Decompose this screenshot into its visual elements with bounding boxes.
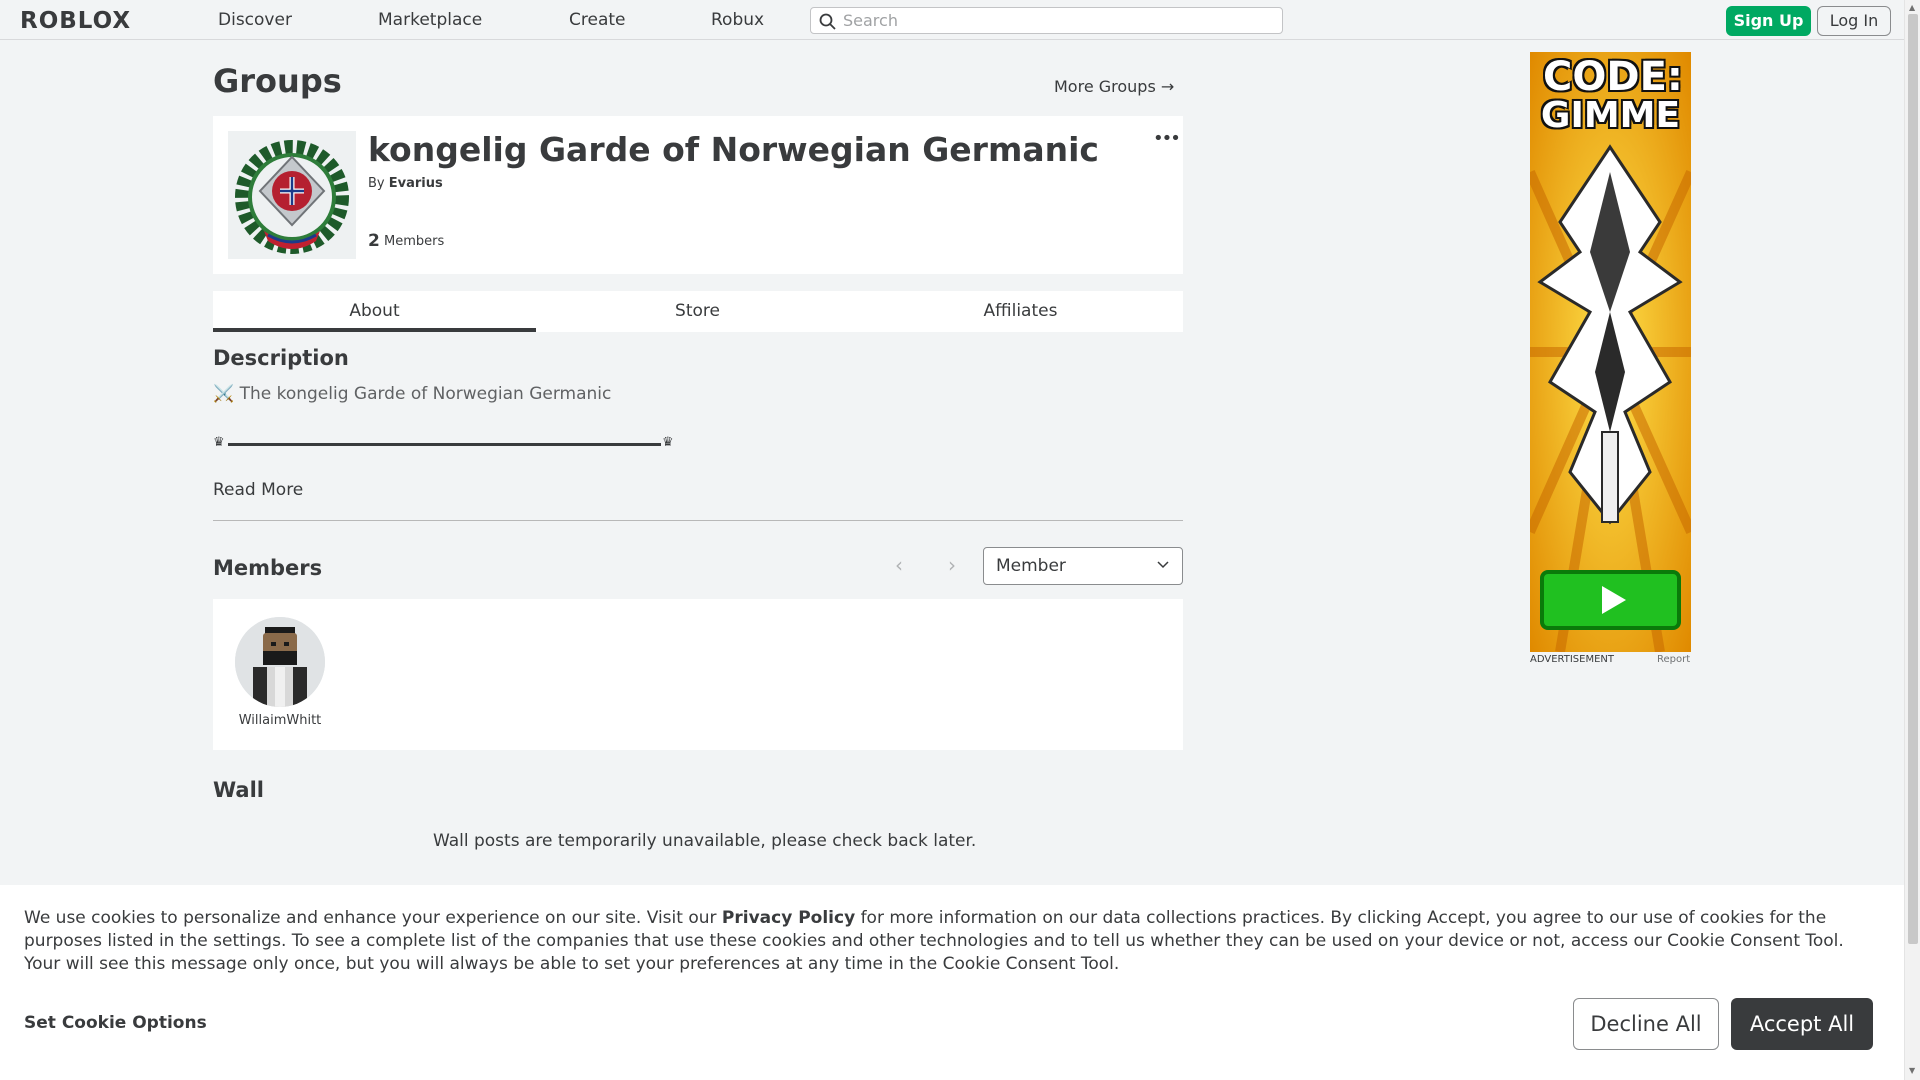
set-cookie-options-link[interactable]: Set Cookie Options bbox=[24, 1013, 207, 1033]
group-owner-line: By Evarius bbox=[368, 176, 443, 191]
ad-report-link[interactable]: Report bbox=[1657, 654, 1690, 665]
search-input[interactable] bbox=[843, 10, 1273, 31]
ad-headline-2: GIMME bbox=[1540, 95, 1681, 136]
cookie-text-before: We use cookies to personalize and enhanc… bbox=[24, 908, 722, 928]
search-icon bbox=[819, 13, 836, 30]
chevron-left-icon[interactable]: ‹ bbox=[895, 553, 903, 577]
description-text: ⚔️ The kongelig Garde of Norwegian Germa… bbox=[213, 384, 612, 404]
description-title: Description bbox=[213, 346, 349, 370]
tab-affiliates[interactable]: Affiliates bbox=[859, 291, 1182, 332]
description-divider-rule bbox=[228, 443, 661, 446]
scroll-down-arrow-icon[interactable]: ▼ bbox=[1909, 1066, 1915, 1075]
role-dropdown-value: Member bbox=[996, 556, 1066, 576]
group-name: kongelig Garde of Norwegian Germanic bbox=[368, 130, 1099, 169]
advertisement-label: ADVERTISEMENT bbox=[1530, 654, 1615, 665]
group-tabs: About Store Affiliates bbox=[213, 291, 1183, 332]
member-card[interactable]: WillaimWhitt bbox=[213, 599, 347, 739]
divider-crown-left: ♛ bbox=[213, 435, 225, 450]
section-divider bbox=[213, 520, 1183, 521]
ad-headline-1: CODE: bbox=[1543, 54, 1683, 100]
nav-create[interactable]: Create bbox=[569, 10, 626, 30]
more-groups-link[interactable]: More Groups → bbox=[1054, 77, 1174, 96]
more-options-icon[interactable]: ••• bbox=[1153, 128, 1181, 149]
sign-up-button[interactable]: Sign Up bbox=[1726, 6, 1811, 36]
by-label: By bbox=[368, 176, 385, 191]
nav-robux[interactable]: Robux bbox=[711, 10, 764, 30]
members-list: WillaimWhitt bbox=[213, 599, 1183, 750]
decline-all-button[interactable]: Decline All bbox=[1573, 998, 1719, 1050]
group-emblem bbox=[228, 131, 356, 259]
divider-crown-right: ♛ bbox=[662, 435, 674, 450]
cookie-message: We use cookies to personalize and enhanc… bbox=[24, 907, 1884, 976]
log-in-button[interactable]: Log In bbox=[1817, 6, 1891, 36]
privacy-policy-link[interactable]: Privacy Policy bbox=[722, 908, 855, 928]
member-count-label: Members bbox=[384, 234, 445, 249]
wall-title: Wall bbox=[213, 778, 264, 802]
page-scrollbar[interactable]: ▲ ▼ bbox=[1904, 0, 1920, 1080]
chevron-down-icon bbox=[1157, 561, 1169, 569]
cookie-consent-banner: We use cookies to personalize and enhanc… bbox=[0, 885, 1904, 1080]
top-navigation-bar: ROBLOX Discover Marketplace Create Robux… bbox=[0, 0, 1904, 40]
members-title: Members bbox=[213, 556, 323, 580]
tab-store[interactable]: Store bbox=[536, 291, 859, 332]
scroll-up-arrow-icon[interactable]: ▲ bbox=[1909, 3, 1915, 12]
nav-discover[interactable]: Discover bbox=[218, 10, 292, 30]
advertisement-banner[interactable]: CODE: GIMME bbox=[1530, 52, 1691, 652]
search-box bbox=[810, 7, 1283, 34]
group-owner-link[interactable]: Evarius bbox=[389, 176, 443, 191]
member-username[interactable]: WillaimWhitt bbox=[213, 713, 347, 728]
page-title: Groups bbox=[213, 62, 342, 100]
group-header-card: kongelig Garde of Norwegian Germanic By … bbox=[213, 116, 1183, 274]
scrollbar-thumb[interactable] bbox=[1908, 14, 1918, 944]
nav-marketplace[interactable]: Marketplace bbox=[378, 10, 482, 30]
member-count: 2 bbox=[368, 231, 380, 251]
read-more-link[interactable]: Read More bbox=[213, 480, 303, 500]
roblox-logo[interactable]: ROBLOX bbox=[20, 8, 131, 34]
wall-unavailable-message: Wall posts are temporarily unavailable, … bbox=[433, 831, 977, 851]
chevron-right-icon[interactable]: › bbox=[948, 553, 956, 577]
accept-all-button[interactable]: Accept All bbox=[1731, 998, 1873, 1050]
avatar[interactable] bbox=[235, 617, 325, 707]
tab-about[interactable]: About bbox=[213, 291, 536, 332]
role-dropdown[interactable]: Member bbox=[983, 547, 1183, 585]
